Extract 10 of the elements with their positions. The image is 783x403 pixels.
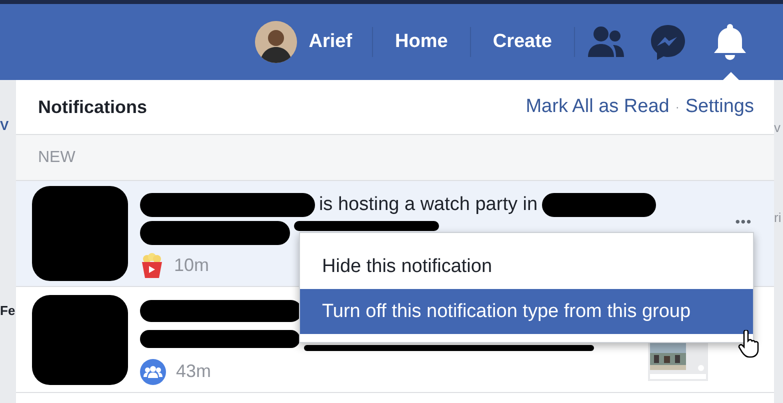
page-text: ri — [774, 210, 782, 225]
panel-title: Notifications — [38, 96, 148, 118]
page-text: v — [774, 120, 782, 135]
notification-text: is hosting a watch party in — [318, 194, 538, 216]
page-text: Fe — [0, 303, 16, 318]
section-header: NEW — [16, 135, 774, 181]
time-ago: 10m — [174, 255, 209, 276]
page-text: V — [0, 118, 10, 133]
separator-dot: · — [674, 100, 680, 114]
time-ago: 43m — [176, 361, 212, 382]
